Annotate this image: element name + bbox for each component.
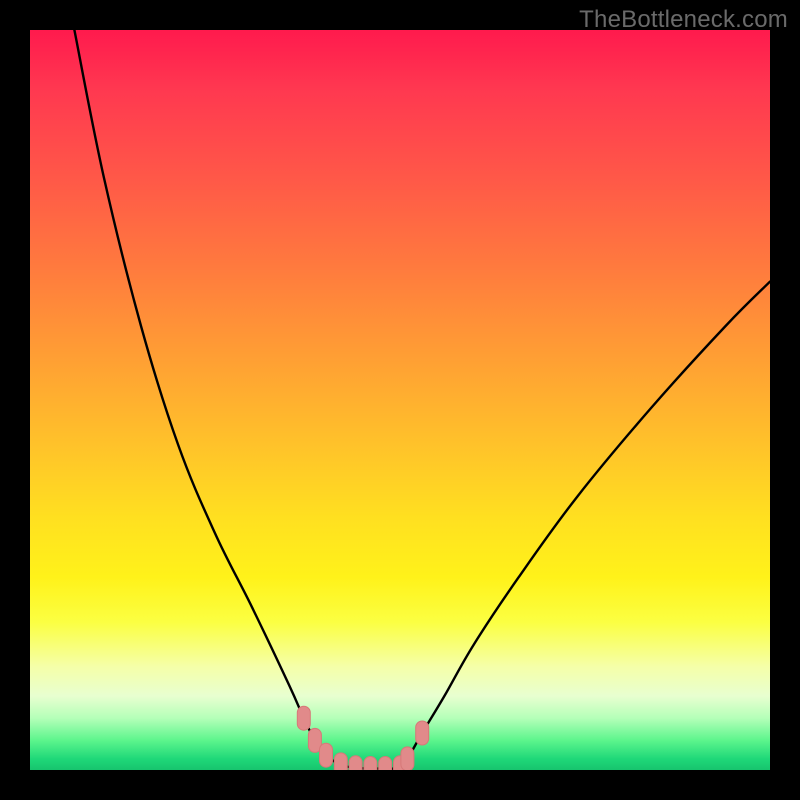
plot-area (30, 30, 770, 770)
valley-markers (297, 706, 428, 770)
valley-marker (297, 706, 310, 730)
curve-layer (30, 30, 770, 770)
watermark-text: TheBottleneck.com (579, 6, 788, 34)
valley-marker (349, 756, 362, 770)
valley-marker (379, 757, 392, 770)
valley-marker (364, 757, 377, 770)
valley-marker (401, 747, 414, 770)
valley-marker (320, 743, 333, 767)
curve-group (74, 30, 770, 769)
chart-frame: TheBottleneck.com (0, 0, 800, 800)
bottleneck-curve (74, 30, 770, 769)
valley-marker (334, 753, 347, 770)
valley-marker (416, 721, 429, 745)
